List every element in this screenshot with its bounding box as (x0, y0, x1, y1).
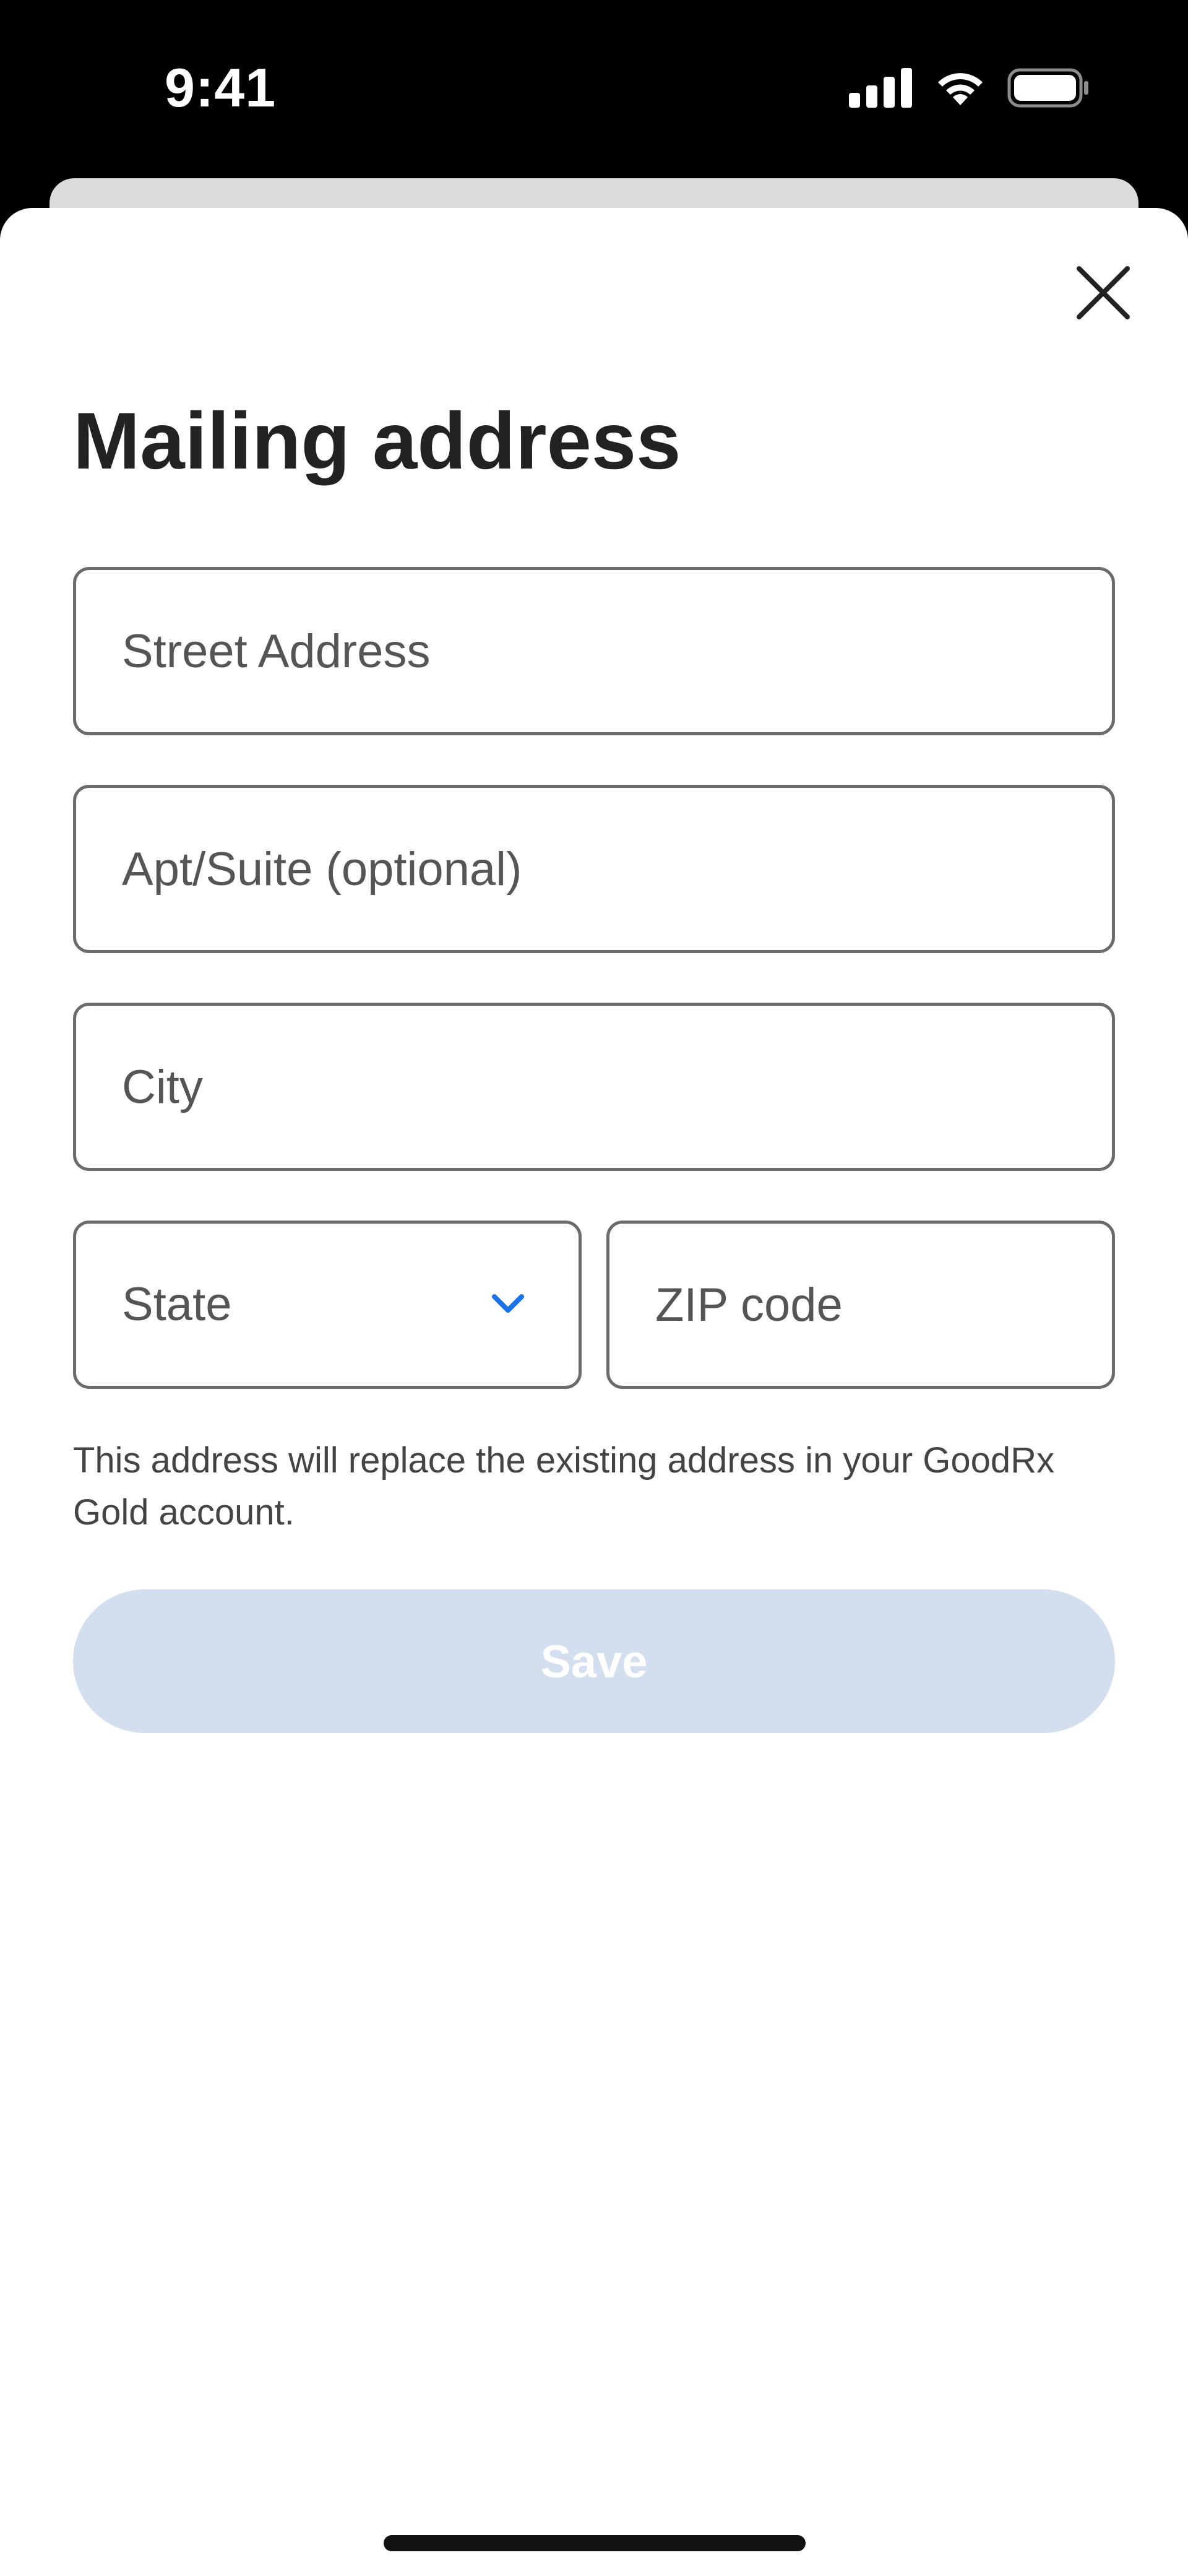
state-select-label: State (122, 1278, 232, 1331)
cellular-signal-icon (849, 68, 912, 108)
page-title: Mailing address (73, 395, 681, 486)
battery-icon (1007, 68, 1088, 108)
status-icons (849, 64, 1089, 111)
mailing-address-sheet (0, 208, 1188, 2576)
status-bar: 9:41 (0, 0, 1188, 178)
state-select[interactable]: State (73, 1221, 582, 1389)
street-address-field[interactable] (73, 567, 1115, 735)
close-icon (1077, 266, 1130, 319)
chevron-down-icon (492, 1294, 524, 1313)
close-button[interactable] (1070, 260, 1136, 326)
zip-code-field[interactable] (606, 1221, 1115, 1389)
street-address-input[interactable] (76, 570, 1112, 732)
city-field[interactable] (73, 1003, 1115, 1171)
address-replace-notice: This address will replace the existing a… (73, 1440, 1055, 1532)
wifi-icon (938, 73, 983, 105)
zip-code-input[interactable] (609, 1224, 1112, 1386)
save-button[interactable]: Save (73, 1589, 1115, 1733)
city-input[interactable] (76, 1006, 1112, 1168)
apt-suite-field[interactable] (73, 785, 1115, 953)
status-time: 9:41 (165, 57, 277, 118)
home-indicator (384, 2535, 806, 2551)
apt-suite-input[interactable] (76, 788, 1112, 950)
